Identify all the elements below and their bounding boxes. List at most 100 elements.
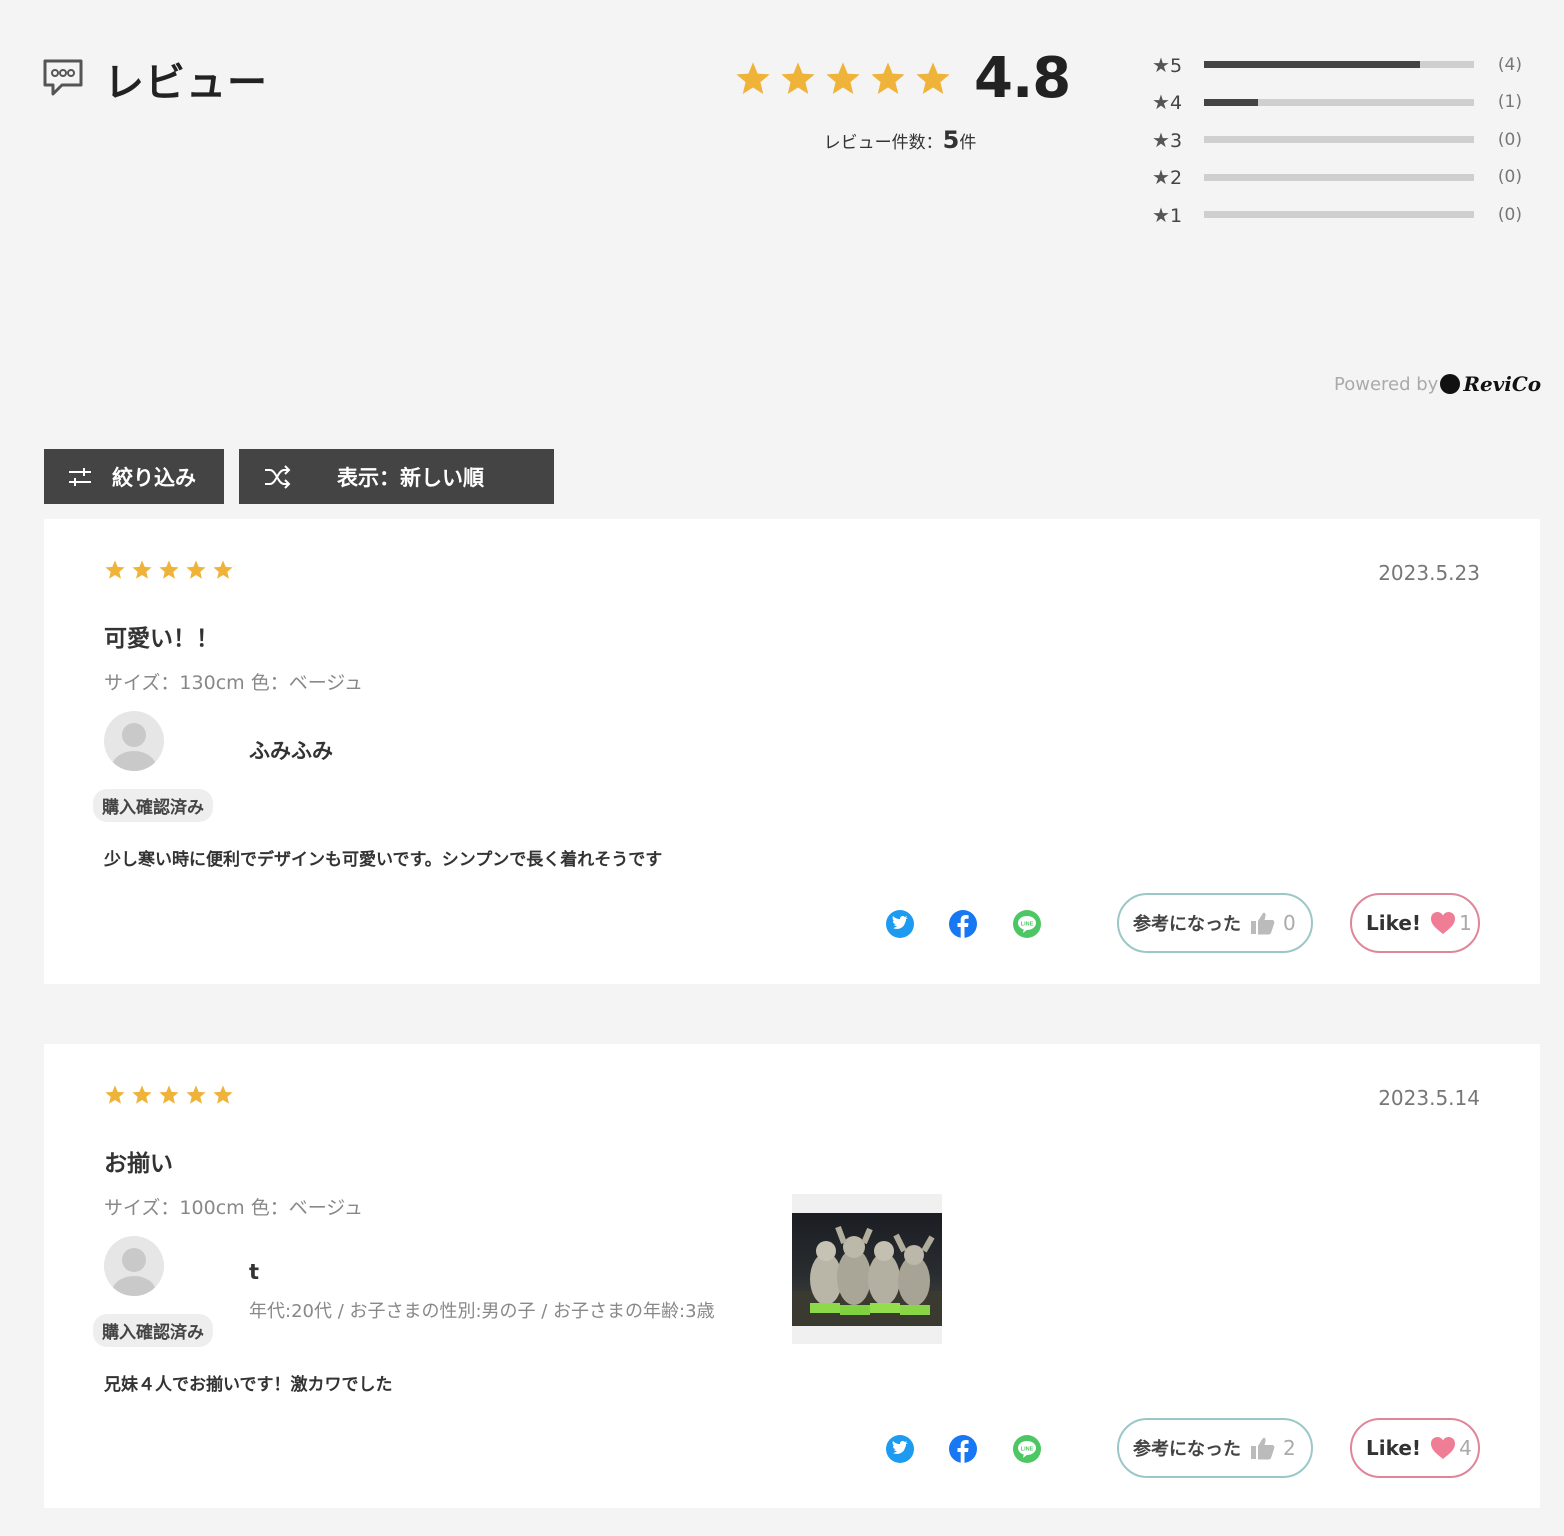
line-icon[interactable]: LINE — [1012, 909, 1042, 939]
svg-text:LINE: LINE — [1021, 1447, 1034, 1453]
star-icon — [186, 560, 206, 579]
star-icon: ★ — [1152, 202, 1170, 227]
reviewer-meta: 年代:20代 / お子さまの性別:男の子 / お子さまの年齢:3歳 — [249, 1301, 715, 1322]
like-count: 1 — [1459, 911, 1472, 935]
reviewer-name: t — [249, 1260, 260, 1284]
distribution-count: (1) — [1497, 92, 1522, 113]
distribution-label: ★4 — [1152, 90, 1183, 115]
user-icon — [112, 723, 156, 771]
distribution-bar — [1204, 98, 1474, 106]
average-rating: 4.8 — [974, 46, 1071, 111]
distribution-row[interactable]: ★5 (4) — [1152, 46, 1532, 84]
distribution-label: ★2 — [1152, 165, 1183, 190]
star-icon — [826, 62, 860, 95]
shuffle-icon — [265, 464, 291, 489]
distribution-row[interactable]: ★2 (0) — [1152, 159, 1532, 197]
star-icon: ★ — [1152, 165, 1170, 190]
heart-icon — [1431, 912, 1456, 934]
star-icon — [159, 560, 179, 579]
average-stars — [734, 60, 952, 98]
star-icon — [132, 560, 152, 579]
review-stars — [104, 559, 234, 581]
revico-logo: ReviCo — [1440, 372, 1541, 396]
distribution-row[interactable]: ★1 (0) — [1152, 196, 1532, 234]
helpful-button[interactable]: 参考になった 2 — [1117, 1418, 1313, 1478]
distribution-count: (0) — [1497, 167, 1522, 188]
facebook-icon[interactable] — [948, 909, 978, 939]
review-title: お揃い — [104, 1151, 173, 1177]
review-count: レビュー件数：5件 — [800, 126, 1000, 154]
line-icon[interactable]: LINE — [1012, 1434, 1042, 1464]
review-card: 2023.5.23 可愛い！！ サイズ：130cm 色：ベージュ ふみふみ 購入… — [44, 519, 1540, 984]
review-photo-image — [792, 1213, 942, 1326]
svg-text:LINE: LINE — [1021, 922, 1034, 928]
review-title: 可愛い！！ — [104, 626, 219, 652]
distribution-row[interactable]: ★3 (0) — [1152, 121, 1532, 159]
review-count-unit: 件 — [959, 133, 977, 153]
review-card: 2023.5.14 お揃い サイズ：100cm 色：ベージュ t 年代:20代 … — [44, 1044, 1540, 1508]
avatar — [104, 711, 164, 771]
review-attributes: サイズ：100cm 色：ベージュ — [104, 1197, 363, 1219]
thumbs-up-icon — [1251, 1437, 1275, 1460]
distribution-row[interactable]: ★4 (1) — [1152, 84, 1532, 122]
review-count-number: 5 — [942, 126, 960, 154]
sort-button[interactable]: 表示：新しい順 — [239, 449, 554, 504]
like-count: 4 — [1459, 1436, 1472, 1460]
review-photo[interactable] — [792, 1194, 942, 1344]
review-count-label: レビュー件数： — [823, 133, 943, 153]
star-icon — [132, 1085, 152, 1104]
helpful-count: 0 — [1283, 911, 1296, 935]
like-label: Like! — [1366, 911, 1422, 935]
star-icon — [105, 1085, 125, 1104]
star-icon: ★ — [1152, 90, 1170, 115]
review-date: 2023.5.14 — [1378, 1086, 1480, 1110]
star-icon — [213, 1085, 233, 1104]
star-icon — [105, 560, 125, 579]
like-label: Like! — [1366, 1436, 1422, 1460]
review-date: 2023.5.23 — [1378, 561, 1480, 585]
review-body: 兄妹４人でお揃いです！激カワでした — [104, 1375, 393, 1395]
twitter-icon[interactable] — [885, 1434, 915, 1464]
star-icon: ★ — [1152, 52, 1170, 77]
distribution-label: ★5 — [1152, 52, 1183, 77]
star-icon — [781, 62, 815, 95]
heart-icon — [1431, 1437, 1456, 1459]
distribution-count: (0) — [1497, 129, 1522, 150]
like-button[interactable]: Like! 1 — [1350, 893, 1480, 953]
review-stars — [104, 1084, 234, 1106]
star-icon — [871, 62, 905, 95]
review-attributes: サイズ：130cm 色：ベージュ — [104, 672, 363, 694]
distribution-bar — [1204, 61, 1474, 69]
powered-by-text: Powered by — [1334, 373, 1439, 395]
distribution-bar — [1204, 211, 1474, 219]
helpful-count: 2 — [1283, 1436, 1296, 1460]
distribution-bar — [1204, 136, 1474, 144]
rating-distribution: ★5 (4) ★4 (1) ★3 (0) ★2 (0) ★1 (0) — [1152, 46, 1532, 234]
filter-sliders-icon — [69, 467, 91, 486]
powered-by[interactable]: Powered by ReviCo — [1334, 372, 1541, 396]
distribution-count: (4) — [1497, 54, 1522, 75]
filter-button-label: 絞り込み — [112, 465, 196, 490]
star-icon — [159, 1085, 179, 1104]
filter-button[interactable]: 絞り込み — [44, 449, 224, 504]
verified-badge: 購入確認済み — [93, 789, 213, 822]
avatar — [104, 1236, 164, 1296]
reviewer-name: ふみふみ — [249, 739, 333, 763]
sort-button-label: 表示：新しい順 — [337, 465, 484, 490]
star-icon — [213, 560, 233, 579]
distribution-label: ★3 — [1152, 127, 1183, 152]
facebook-icon[interactable] — [948, 1434, 978, 1464]
distribution-fill — [1204, 98, 1258, 106]
distribution-label: ★1 — [1152, 202, 1183, 227]
thumbs-up-icon — [1251, 912, 1275, 935]
verified-badge: 購入確認済み — [93, 1314, 213, 1347]
helpful-button[interactable]: 参考になった 0 — [1117, 893, 1313, 953]
star-icon: ★ — [1152, 127, 1170, 152]
user-icon — [112, 1248, 156, 1296]
distribution-bar — [1204, 173, 1474, 181]
star-icon — [186, 1085, 206, 1104]
distribution-count: (0) — [1497, 204, 1522, 225]
star-icon — [916, 62, 950, 95]
like-button[interactable]: Like! 4 — [1350, 1418, 1480, 1478]
twitter-icon[interactable] — [885, 909, 915, 939]
